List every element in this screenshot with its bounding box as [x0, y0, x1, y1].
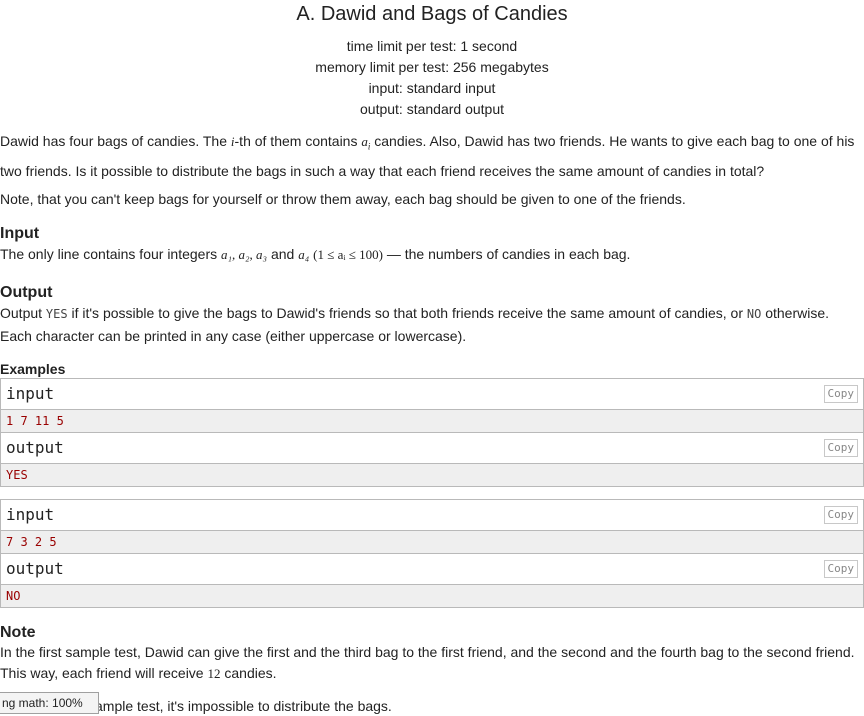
output-text: if it's possible to give the bags to Daw…	[67, 305, 747, 321]
memory-limit: memory limit per test: 256 megabytes	[315, 59, 549, 75]
output-text: Output	[0, 305, 46, 321]
output-section-text: Output YES if it's possible to give the …	[0, 302, 864, 347]
math-var: a₄	[298, 247, 310, 262]
math-vars: a₁, a₂, a₃	[221, 247, 268, 262]
example-output-data: YES	[1, 463, 863, 486]
statement-text: -th of them contains	[234, 133, 362, 149]
statement-note: Note, that you can't keep bags for yours…	[0, 187, 864, 211]
copy-button[interactable]: Copy	[823, 506, 858, 524]
input-text: — the numbers of candies in each bag.	[382, 246, 631, 262]
math-constraint: (1 ≤ aᵢ ≤ 100)	[313, 247, 383, 262]
input-section-title: Input	[0, 225, 40, 242]
example-output-label: output	[6, 559, 64, 578]
input-spec: input: standard input	[368, 80, 496, 96]
statement-paragraph-1: Dawid has four bags of candies. The i-th…	[0, 129, 864, 183]
mathjax-loading-tooltip: ng math: 100%	[0, 692, 99, 714]
math-number: 12	[207, 666, 221, 681]
note-text: In the first sample test, Dawid can give…	[0, 644, 855, 681]
copy-button[interactable]: Copy	[823, 439, 858, 457]
examples-title: Examples	[0, 361, 66, 377]
input-section: Input The only line contains four intege…	[0, 225, 864, 266]
example-input-data: 7 3 2 5	[1, 530, 863, 554]
input-section-text: The only line contains four integers a₁,…	[0, 243, 864, 266]
time-limit: time limit per test: 1 second	[346, 38, 518, 54]
example-input-data: 1 7 11 5	[1, 409, 863, 433]
problem-header: A. Dawid and Bags of Candies time limit …	[0, 0, 864, 120]
code-no: NO	[746, 307, 762, 321]
statement-paragraph-2: Note, that you can't keep bags for yours…	[0, 191, 686, 207]
statement-text: Dawid has four bags of candies. The	[0, 133, 231, 149]
example-input-label: input	[6, 384, 55, 403]
example-2: input Copy 7 3 2 5 output Copy NO	[0, 499, 864, 608]
note-text: candies.	[220, 665, 277, 681]
example-output-header: output Copy	[1, 433, 863, 463]
output-section: Output Output YES if it's possible to gi…	[0, 284, 864, 347]
example-input-label: input	[6, 505, 55, 524]
example-input-header: input Copy	[1, 379, 863, 409]
example-output-label: output	[6, 438, 64, 457]
statement: Dawid has four bags of candies. The i-th…	[0, 129, 864, 183]
example-1: input Copy 1 7 11 5 output Copy YES	[0, 378, 864, 487]
note-paragraph-2: ample test, it's impossible to distribut…	[95, 698, 392, 714]
note-title: Note	[0, 624, 36, 641]
example-output-data: NO	[1, 584, 863, 607]
problem-title: A. Dawid and Bags of Candies	[296, 3, 568, 25]
code-yes: YES	[45, 307, 68, 321]
note-paragraph-1: In the first sample test, Dawid can give…	[0, 642, 864, 684]
example-output-header: output Copy	[1, 554, 863, 584]
copy-button[interactable]: Copy	[823, 385, 858, 403]
input-text: and	[267, 246, 299, 262]
input-text: The only line contains four integers	[0, 246, 222, 262]
note-section: Note In the first sample test, Dawid can…	[0, 624, 864, 684]
copy-button[interactable]: Copy	[823, 560, 858, 578]
output-section-title: Output	[0, 284, 53, 301]
output-spec: output: standard output	[360, 101, 504, 117]
example-input-header: input Copy	[1, 500, 863, 530]
